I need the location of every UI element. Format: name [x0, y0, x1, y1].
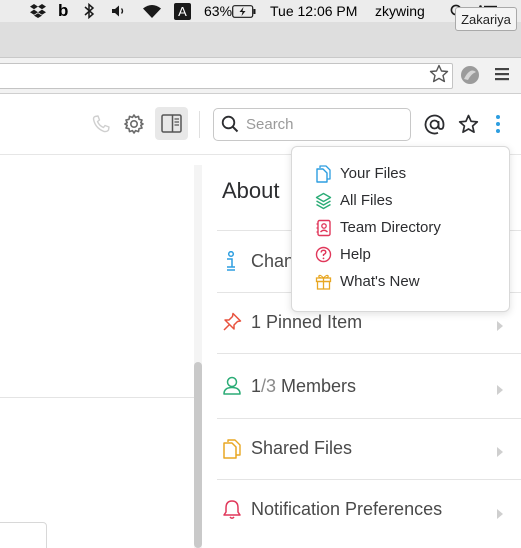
menu-item-label: Team Directory: [340, 219, 441, 236]
browser-menu-icon[interactable]: [495, 67, 509, 86]
b-app-icon[interactable]: b: [58, 0, 68, 22]
call-icon[interactable]: [91, 114, 111, 134]
extension-icon[interactable]: [459, 64, 481, 91]
browser-tab-strip: [0, 22, 521, 58]
dropbox-icon[interactable]: [29, 0, 47, 22]
header-divider: [199, 111, 200, 138]
team-directory-icon: [314, 219, 332, 237]
pin-icon: [222, 312, 242, 337]
info-icon: [222, 250, 240, 277]
starred-items-icon[interactable]: [458, 114, 479, 134]
your-files-icon: [314, 164, 332, 183]
menu-item-your-files[interactable]: Your Files: [314, 160, 504, 187]
scrollbar-thumb[interactable]: [194, 362, 202, 548]
macos-menubar: b A 63% Tue 12:06 PM zkywing: [0, 0, 521, 22]
chevron-right-icon: [496, 444, 504, 457]
menu-item-help[interactable]: Help: [314, 241, 504, 268]
chevron-right-icon: [496, 318, 504, 331]
gift-icon: [314, 273, 332, 291]
menu-item-label: Help: [340, 246, 371, 263]
menu-item-label: All Files: [340, 192, 393, 209]
battery-percent: 63%: [204, 3, 233, 19]
help-icon: [314, 246, 332, 264]
menu-item-all-files[interactable]: All Files: [314, 187, 504, 214]
gear-icon[interactable]: [123, 113, 145, 135]
members-label: 1/3 Members: [251, 376, 357, 396]
bookmark-star-icon[interactable]: [429, 64, 449, 88]
chevron-right-icon: [496, 506, 504, 519]
volume-icon[interactable]: [111, 0, 127, 22]
input-source-icon[interactable]: A: [174, 0, 191, 22]
menubar-username[interactable]: zkywing: [375, 0, 425, 22]
message-input-fragment[interactable]: [0, 522, 47, 548]
clock-datetime[interactable]: Tue 12:06 PM: [270, 0, 357, 22]
about-title: About: [222, 178, 280, 203]
bluetooth-icon[interactable]: [83, 0, 95, 22]
menu-item-label: Your Files: [340, 165, 407, 182]
sidebar-panel-icon: [161, 114, 182, 133]
channel-details-label: Chan: [251, 251, 295, 271]
chevron-right-icon: [496, 382, 504, 395]
wifi-icon[interactable]: [142, 0, 162, 22]
mentions-icon[interactable]: [424, 114, 445, 135]
address-bar[interactable]: [0, 63, 453, 89]
pinned-items-label: 1 Pinned Item: [251, 312, 363, 332]
more-vertical-icon[interactable]: [494, 114, 502, 134]
shared-files-label: Shared Files: [251, 438, 353, 458]
notification-preferences-label: Notification Preferences: [251, 499, 443, 519]
bell-icon: [222, 499, 242, 525]
menu-item-label: What's New: [340, 273, 420, 290]
message-divider: [0, 397, 194, 398]
menu-item-whats-new[interactable]: What's New: [314, 268, 504, 295]
menu-item-team-directory[interactable]: Team Directory: [314, 214, 504, 241]
search-icon: [221, 115, 239, 133]
person-icon: [222, 376, 242, 400]
files-icon: [222, 438, 242, 464]
search-placeholder: Search: [246, 116, 294, 133]
all-files-icon: [314, 192, 332, 210]
profile-button[interactable]: Zakariya: [455, 7, 517, 31]
battery-icon[interactable]: [232, 0, 256, 22]
search-input[interactable]: [213, 108, 411, 141]
